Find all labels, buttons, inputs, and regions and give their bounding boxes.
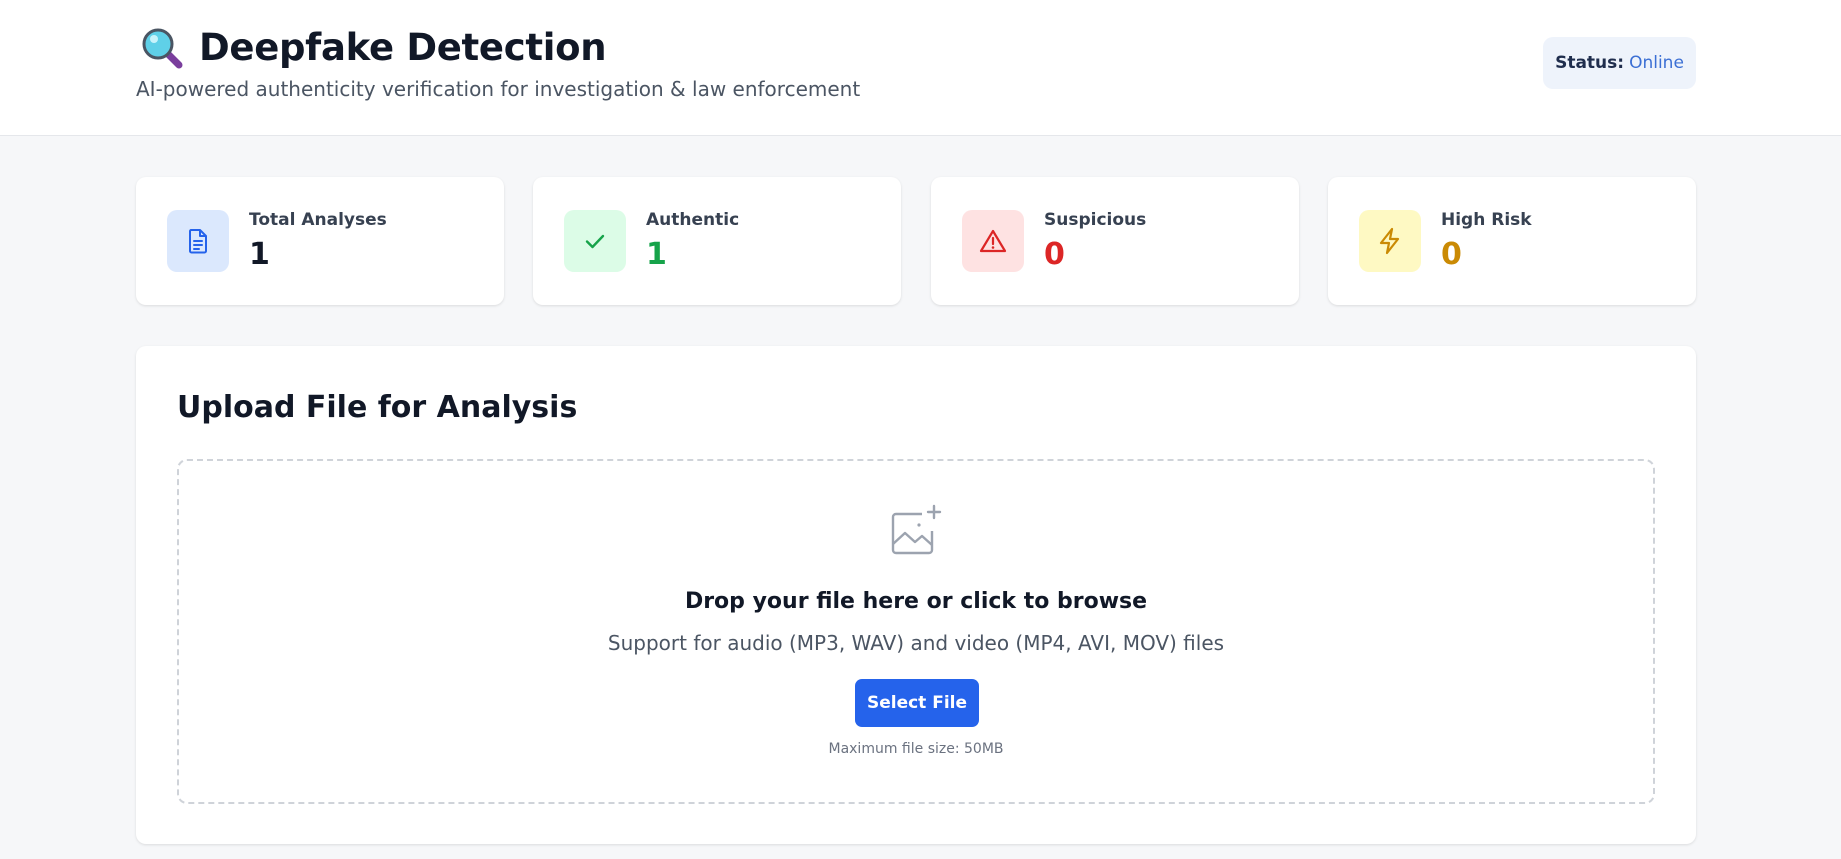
- app-subtitle: AI-powered authenticity verification for…: [136, 77, 861, 101]
- stat-value: 1: [646, 237, 667, 272]
- upload-card: Upload File for Analysis Drop your file …: [136, 346, 1696, 844]
- status-value: Online: [1629, 53, 1684, 73]
- stat-label: Authentic: [646, 210, 740, 230]
- status-badge: Status: Online: [1543, 37, 1696, 89]
- lightning-icon: [1359, 210, 1421, 272]
- status-label: Status:: [1555, 53, 1625, 73]
- stat-card-total-analyses: Total Analyses 1: [136, 177, 504, 305]
- upload-title: Upload File for Analysis: [177, 390, 578, 425]
- app-header: Deepfake Detection AI-powered authentici…: [0, 0, 1841, 136]
- select-file-button[interactable]: Select File: [855, 679, 979, 727]
- stat-card-high-risk: High Risk 0: [1328, 177, 1696, 305]
- dropzone-heading: Drop your file here or click to browse: [684, 589, 1148, 614]
- max-file-size-text: Maximum file size: 50MB: [828, 741, 1004, 757]
- stat-card-suspicious: Suspicious 0: [931, 177, 1299, 305]
- stat-label: Suspicious: [1044, 210, 1147, 230]
- warning-triangle-icon: [962, 210, 1024, 272]
- image-add-icon: [891, 504, 942, 555]
- app-title: Deepfake Detection: [199, 26, 607, 69]
- stat-label: High Risk: [1441, 210, 1532, 230]
- stat-value: 0: [1044, 237, 1065, 272]
- title-row: Deepfake Detection: [141, 26, 607, 69]
- magnifying-glass-icon: [142, 28, 183, 68]
- document-icon: [167, 210, 229, 272]
- check-icon: [564, 210, 626, 272]
- file-dropzone[interactable]: Drop your file here or click to browse S…: [177, 459, 1655, 804]
- stat-value: 1: [249, 237, 270, 272]
- stat-label: Total Analyses: [249, 210, 387, 230]
- stat-value: 0: [1441, 237, 1462, 272]
- stat-card-authentic: Authentic 1: [533, 177, 901, 305]
- supported-formats-text: Support for audio (MP3, WAV) and video (…: [607, 631, 1225, 655]
